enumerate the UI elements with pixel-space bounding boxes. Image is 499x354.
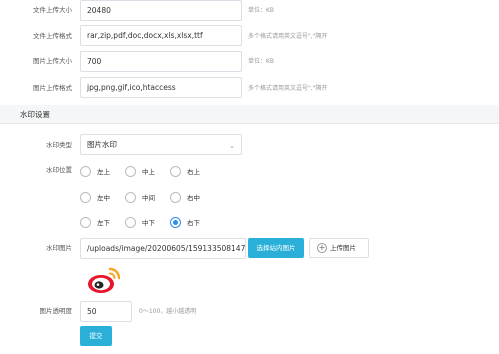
radio-label: 右上 bbox=[187, 168, 200, 176]
radio-icon bbox=[80, 191, 91, 203]
radio-checked-icon bbox=[170, 216, 181, 228]
radio-label: 左中 bbox=[97, 194, 110, 202]
radio-label: 中间 bbox=[142, 194, 155, 202]
weibo-logo-thumbnail bbox=[88, 267, 121, 293]
radio-icon bbox=[125, 216, 136, 228]
radio-icon bbox=[125, 165, 136, 177]
opacity-label: 图片透明度 bbox=[39, 307, 73, 315]
image-size-unit: 单位：KB bbox=[248, 58, 275, 65]
image-format-hint: 多个格式请用英文逗号","隔开 bbox=[248, 85, 328, 92]
radio-icon bbox=[170, 191, 181, 203]
radio-label: 中上 bbox=[142, 168, 155, 176]
plus-circle-icon: + bbox=[317, 243, 327, 253]
submit-button[interactable]: 提交 bbox=[80, 326, 112, 346]
position-radio-middle-right[interactable]: 右中 bbox=[170, 191, 200, 203]
watermark-position-label: 水印位置 bbox=[46, 166, 72, 174]
file-size-input[interactable]: 20480 bbox=[80, 0, 242, 21]
choose-site-image-button[interactable]: 选择站内图片 bbox=[248, 238, 304, 258]
radio-icon bbox=[125, 191, 136, 203]
radio-icon bbox=[170, 165, 181, 177]
watermark-image-path-input[interactable]: /uploads/image/20200605/1591335081472 bbox=[80, 238, 246, 259]
image-size-label: 图片上传大小 bbox=[33, 57, 72, 65]
position-radio-bottom-right[interactable]: 右下 bbox=[170, 216, 200, 228]
watermark-section-header: 水印设置 bbox=[0, 105, 499, 124]
watermark-image-label: 水印图片 bbox=[46, 244, 72, 252]
settings-page: 文件上传大小 20480 单位：KB 文件上传格式 rar,zip,pdf,do… bbox=[0, 0, 499, 354]
opacity-hint: 0～100，越小越透明 bbox=[139, 308, 197, 315]
watermark-type-select[interactable]: 图片水印 ⌄ bbox=[80, 134, 242, 155]
file-format-hint: 多个格式请用英文逗号","隔开 bbox=[248, 33, 328, 40]
image-format-label: 图片上传格式 bbox=[33, 84, 72, 92]
file-size-label: 文件上传大小 bbox=[33, 6, 72, 14]
section-title: 水印设置 bbox=[20, 110, 50, 119]
watermark-type-value: 图片水印 bbox=[87, 140, 117, 149]
radio-label: 右下 bbox=[187, 219, 200, 227]
position-radio-top-center[interactable]: 中上 bbox=[125, 165, 155, 177]
upload-image-label: 上传图片 bbox=[330, 244, 356, 252]
position-radio-center[interactable]: 中间 bbox=[125, 191, 155, 203]
radio-icon bbox=[80, 216, 91, 228]
position-radio-middle-left[interactable]: 左中 bbox=[80, 191, 110, 203]
file-size-unit: 单位：KB bbox=[248, 7, 275, 14]
opacity-input[interactable]: 50 bbox=[80, 301, 132, 322]
chevron-down-icon: ⌄ bbox=[229, 142, 235, 150]
image-size-input[interactable]: 700 bbox=[80, 51, 242, 72]
position-radio-top-left[interactable]: 左上 bbox=[80, 165, 110, 177]
file-format-label: 文件上传格式 bbox=[33, 32, 72, 40]
file-format-input[interactable]: rar,zip,pdf,doc,docx,xls,xlsx,ttf bbox=[80, 25, 242, 46]
image-format-input[interactable]: jpg,png,gif,ico,htaccess bbox=[80, 77, 242, 98]
position-radio-top-right[interactable]: 右上 bbox=[170, 165, 200, 177]
watermark-type-label: 水印类型 bbox=[46, 141, 72, 149]
position-radio-bottom-center[interactable]: 中下 bbox=[125, 216, 155, 228]
radio-label: 左上 bbox=[97, 168, 110, 176]
radio-label: 中下 bbox=[142, 219, 155, 227]
radio-icon bbox=[80, 165, 91, 177]
position-radio-bottom-left[interactable]: 左下 bbox=[80, 216, 110, 228]
upload-image-button[interactable]: + 上传图片 bbox=[309, 238, 369, 258]
radio-label: 右中 bbox=[187, 194, 200, 202]
radio-label: 左下 bbox=[97, 219, 110, 227]
